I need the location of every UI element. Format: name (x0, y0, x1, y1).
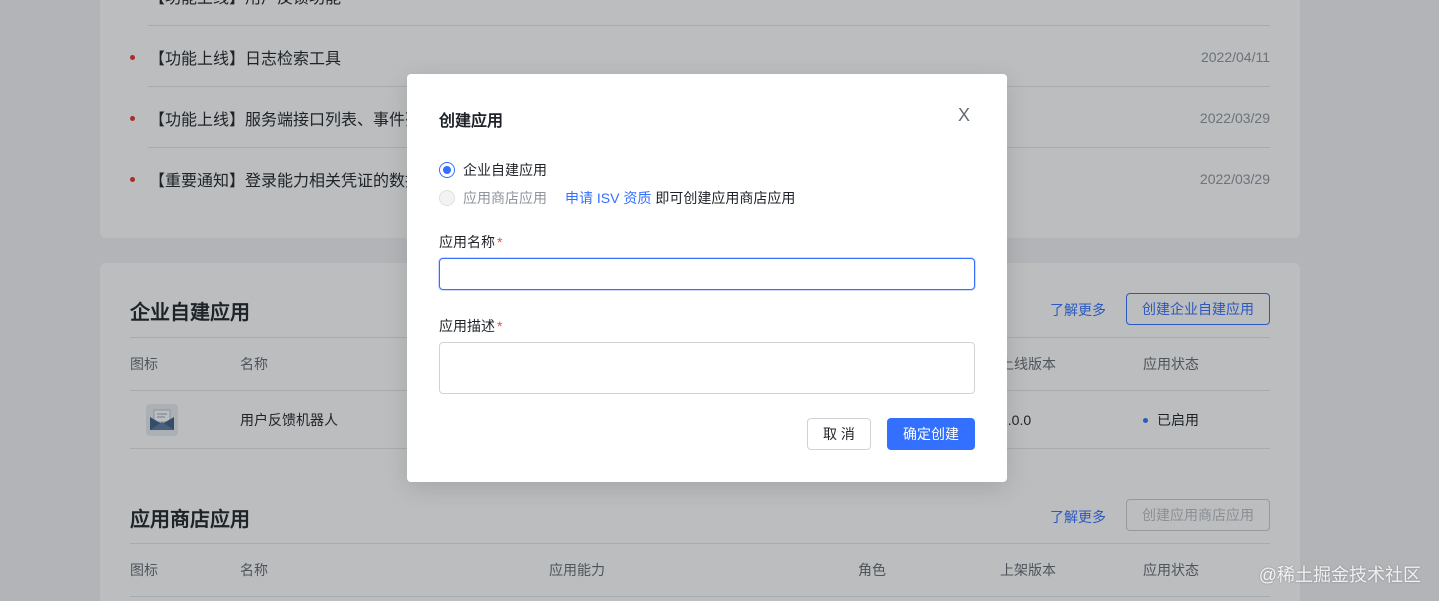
radio-store-app: 应用商店应用 申请 ISV 资质 即可创建应用商店应用 (439, 188, 795, 208)
isv-hint-text: 即可创建应用商店应用 (655, 190, 796, 206)
app-name-label: 应用名称 * (439, 232, 502, 252)
radio-label: 企业自建应用 (463, 162, 547, 178)
radio-checked-icon[interactable] (439, 162, 455, 178)
app-name-label-text: 应用名称 (439, 234, 495, 250)
app-desc-label-text: 应用描述 (439, 318, 495, 334)
app-name-input[interactable] (439, 258, 975, 290)
required-mark: * (497, 234, 503, 250)
watermark: @稀土掘金技术社区 (1258, 565, 1421, 585)
create-app-dialog: 创建应用 X 企业自建应用 应用商店应用 申请 ISV 资质 即可创建应用商店应… (407, 74, 1007, 482)
dialog-title: 创建应用 (439, 113, 504, 130)
close-icon[interactable]: X (958, 105, 970, 126)
radio-disabled-icon (439, 190, 455, 206)
cancel-button[interactable]: 取 消 (807, 418, 871, 450)
apply-isv-link[interactable]: 申请 ISV 资质 (565, 188, 651, 208)
required-mark: * (497, 318, 503, 334)
radio-label: 应用商店应用 (463, 190, 547, 206)
confirm-create-button[interactable]: 确定创建 (887, 418, 975, 450)
app-description-textarea[interactable] (439, 342, 975, 394)
radio-enterprise-app[interactable]: 企业自建应用 (439, 160, 547, 180)
app-desc-label: 应用描述 * (439, 316, 502, 336)
